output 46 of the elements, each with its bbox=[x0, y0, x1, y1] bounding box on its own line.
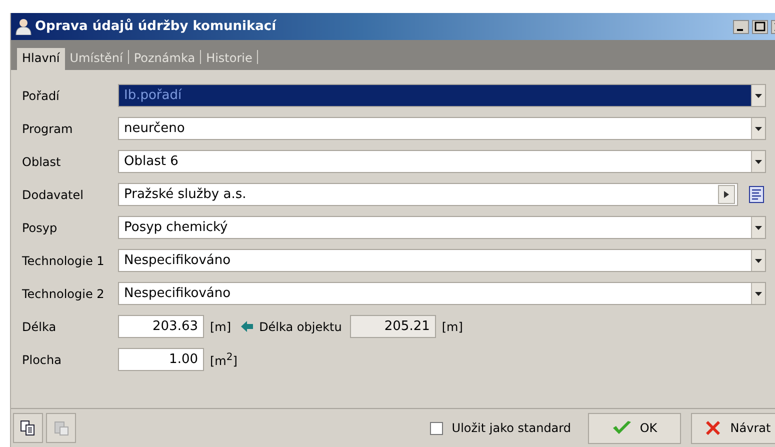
checkbox[interactable] bbox=[430, 422, 443, 434]
field-label: Oblast bbox=[22, 154, 62, 168]
dropdown-arrow-icon[interactable] bbox=[755, 126, 762, 130]
dropdown-arrow-icon[interactable] bbox=[755, 160, 762, 164]
dropdown-arrow-icon[interactable] bbox=[755, 94, 762, 98]
cross-icon bbox=[704, 419, 722, 437]
person-icon bbox=[15, 18, 32, 35]
unit-label: [m$^{2}$] bbox=[210, 352, 238, 368]
paste-icon bbox=[53, 420, 69, 436]
number-field[interactable]: 203.63 bbox=[118, 315, 204, 338]
left-arrow-icon[interactable] bbox=[241, 321, 254, 332]
field-label: Program bbox=[22, 122, 74, 136]
field-label: Délka bbox=[22, 320, 58, 334]
dropdown-field[interactable]: Oblast 6 bbox=[118, 150, 766, 173]
list-document-icon[interactable] bbox=[749, 186, 764, 203]
field-label: Posyp bbox=[22, 220, 58, 234]
cancel-button[interactable]: Návrat bbox=[691, 412, 775, 444]
dropdown-arrow-icon[interactable] bbox=[755, 292, 762, 296]
field-label: Dodavatel bbox=[22, 188, 84, 202]
minimize-icon[interactable] bbox=[733, 20, 749, 34]
field-label: Technologie 2 bbox=[22, 286, 106, 300]
field-label: Délka objektu bbox=[259, 320, 342, 334]
dropdown-arrow-icon[interactable] bbox=[755, 226, 762, 230]
field-label: Pořadí bbox=[22, 88, 60, 102]
play-arrow-icon[interactable] bbox=[724, 191, 729, 198]
dropdown-field[interactable]: Posyp chemický bbox=[118, 216, 766, 239]
readonly-field: 205.21 bbox=[350, 315, 436, 338]
field-label: Plocha bbox=[22, 352, 62, 366]
dropdown-field[interactable]: Nespecifikováno bbox=[118, 249, 766, 272]
number-field[interactable]: 1.00 bbox=[118, 348, 204, 371]
dropdown-field[interactable]: neurčeno bbox=[118, 117, 766, 140]
unit-label: [m] bbox=[442, 320, 463, 334]
dropdown-arrow-icon[interactable] bbox=[755, 258, 762, 262]
copy-button[interactable] bbox=[13, 413, 43, 443]
dropdown-field[interactable]: Nespecifikováno bbox=[118, 282, 766, 305]
checkbox-label: Uložit jako standard bbox=[452, 421, 571, 435]
field-label: Technologie 1 bbox=[22, 254, 106, 268]
check-icon bbox=[612, 420, 632, 436]
unit-label: [m] bbox=[210, 320, 232, 334]
dropdown-field[interactable]: Ib.pořadí bbox=[118, 84, 766, 107]
lookup-field[interactable]: Pražské služby a.s. bbox=[118, 183, 738, 206]
copy-icon bbox=[20, 420, 36, 436]
ok-button[interactable]: OK bbox=[588, 412, 681, 444]
tab[interactable]: Hlavní bbox=[17, 48, 65, 70]
window-title: Oprava údajů údržby komunikací bbox=[35, 19, 278, 34]
maximize-icon[interactable] bbox=[752, 20, 768, 34]
